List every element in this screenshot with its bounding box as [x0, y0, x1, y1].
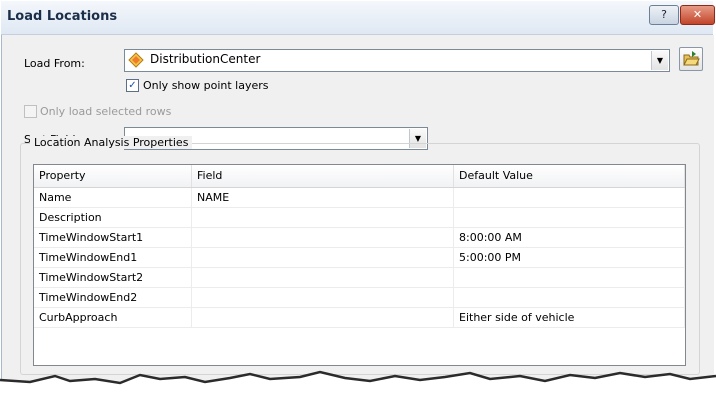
table-row[interactable]: TimeWindowEnd2 — [34, 288, 685, 308]
field-cell[interactable] — [192, 208, 454, 227]
property-cell: TimeWindowStart1 — [34, 228, 192, 247]
column-header-default-value[interactable]: Default Value — [454, 165, 685, 187]
property-cell: TimeWindowEnd2 — [34, 288, 192, 307]
point-layer-icon — [128, 52, 144, 68]
chevron-down-icon[interactable]: ▼ — [651, 51, 668, 70]
only-point-layers-checkbox[interactable]: ✓ — [126, 79, 139, 92]
table-row[interactable]: CurbApproach Either side of vehicle — [34, 308, 685, 328]
load-from-label: Load From: — [24, 57, 85, 70]
property-cell: CurbApproach — [34, 308, 192, 327]
field-cell[interactable] — [192, 308, 454, 327]
table-row[interactable]: TimeWindowStart1 8:00:00 AM — [34, 228, 685, 248]
field-cell[interactable] — [192, 268, 454, 287]
open-folder-button[interactable] — [679, 47, 703, 71]
default-value-cell[interactable]: Either side of vehicle — [454, 308, 685, 327]
load-locations-window: Load Locations ? ✕ Load From: Distributi… — [0, 0, 716, 398]
column-header-property[interactable]: Property — [34, 165, 192, 187]
field-cell[interactable] — [192, 248, 454, 267]
column-header-field[interactable]: Field — [192, 165, 454, 187]
field-cell[interactable]: NAME — [192, 188, 454, 207]
property-cell: TimeWindowEnd1 — [34, 248, 192, 267]
default-value-cell[interactable]: 5:00:00 PM — [454, 248, 685, 267]
load-from-combo[interactable]: DistributionCenter ▼ — [124, 49, 670, 72]
table-row[interactable]: TimeWindowEnd1 5:00:00 PM — [34, 248, 685, 268]
default-value-cell[interactable]: 8:00:00 AM — [454, 228, 685, 247]
location-analysis-group-label: Location Analysis Properties — [30, 136, 193, 149]
load-from-value: DistributionCenter — [150, 52, 261, 66]
default-value-cell[interactable] — [454, 208, 685, 227]
property-cell: TimeWindowStart2 — [34, 268, 192, 287]
title-bar: Load Locations ? ✕ — [1, 1, 715, 35]
field-cell[interactable] — [192, 228, 454, 247]
table-row[interactable]: Name NAME — [34, 188, 685, 208]
default-value-cell[interactable] — [454, 188, 685, 207]
grid-header: Property Field Default Value — [34, 165, 685, 188]
only-selected-rows-label: Only load selected rows — [40, 105, 172, 118]
table-row[interactable]: Description — [34, 208, 685, 228]
properties-grid[interactable]: Property Field Default Value Name NAME D… — [33, 164, 686, 366]
close-button[interactable]: ✕ — [680, 5, 715, 25]
only-selected-rows-checkbox — [24, 105, 37, 118]
window-title: Load Locations — [7, 9, 118, 24]
default-value-cell[interactable] — [454, 268, 685, 287]
only-point-layers-label: Only show point layers — [143, 79, 269, 92]
property-cell: Description — [34, 208, 192, 227]
property-cell: Name — [34, 188, 192, 207]
torn-edge-decoration — [0, 370, 716, 398]
default-value-cell[interactable] — [454, 288, 685, 307]
field-cell[interactable] — [192, 288, 454, 307]
open-folder-icon — [682, 50, 700, 71]
table-row[interactable]: TimeWindowStart2 — [34, 268, 685, 288]
help-button[interactable]: ? — [649, 5, 679, 25]
